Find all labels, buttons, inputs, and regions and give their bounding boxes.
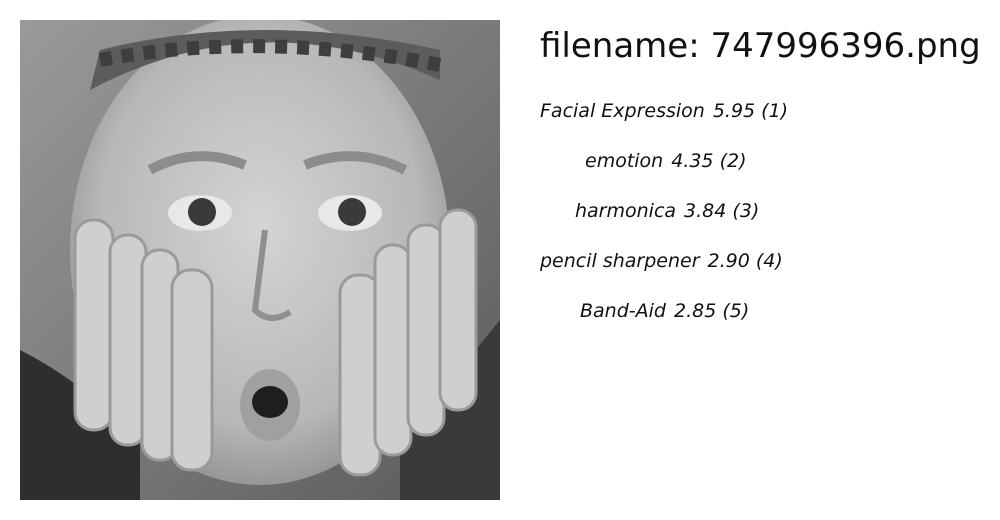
prediction-rank: (1) — [761, 100, 789, 122]
prediction-label: Facial Expression — [540, 100, 705, 122]
prediction-label: emotion — [585, 150, 664, 172]
prediction-panel: filename: 747996396.png Facial Expressio… — [540, 20, 981, 336]
prediction-item: Facial Expression 5.95 (1) — [540, 86, 980, 136]
filename-value: 747996396.png — [710, 26, 981, 66]
filename-prefix: filename: — [540, 26, 700, 66]
prediction-score: 2.85 — [673, 300, 717, 322]
prediction-label: pencil sharpener — [540, 250, 700, 272]
prediction-rank: (5) — [722, 300, 750, 322]
prediction-score: 3.84 — [684, 200, 727, 222]
face-photo-drawing — [20, 20, 500, 500]
prediction-list: Facial Expression 5.95 (1) emotion 4.35 (2… — [540, 86, 980, 336]
prediction-item: harmonica 3.84 (3) — [540, 186, 980, 236]
filename-heading: filename: 747996396.png — [540, 20, 981, 72]
prediction-score: 2.90 — [707, 250, 750, 272]
prediction-item: Band-Aid 2.85 (5) — [540, 286, 980, 336]
prediction-rank: (3) — [732, 200, 760, 222]
prediction-label: Band-Aid — [580, 300, 666, 322]
face-photo — [20, 20, 500, 500]
prediction-item: pencil sharpener 2.90 (4) — [540, 236, 980, 286]
prediction-rank: (4) — [755, 250, 783, 272]
prediction-item: emotion 4.35 (2) — [540, 136, 980, 186]
prediction-score: 5.95 — [712, 100, 756, 122]
prediction-label: harmonica — [575, 200, 677, 222]
prediction-score: 4.35 — [671, 150, 714, 172]
prediction-rank: (2) — [719, 150, 747, 172]
